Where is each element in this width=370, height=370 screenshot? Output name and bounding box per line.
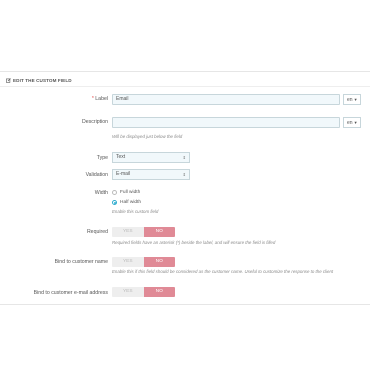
required-toggle[interactable]: YES NO [112,227,175,237]
description-input[interactable] [112,117,340,128]
width-option-half[interactable]: Half width [112,200,141,205]
type-select[interactable]: Text ⇕ [112,152,190,163]
bind-name-help-text: Enable this if this field should be cons… [112,269,334,274]
validation-field-label: Validation [85,172,108,178]
sort-arrows-icon: ⇕ [182,155,186,160]
panel-header: EDIT THE CUSTOM FIELD [6,78,72,83]
bind-email-field-label: Bind to customer e-mail address [33,290,108,296]
sort-arrows-icon: ⇕ [182,172,186,177]
bind-email-no-option[interactable]: NO [143,287,175,297]
width-help-text: Enable this custom field [112,209,159,214]
width-field-label: Width [94,190,108,196]
required-help-text: Required fields have an asterisk (*) bes… [112,240,276,245]
validation-select[interactable]: E-mail ⇕ [112,169,190,180]
description-help-text: Will be displayed just below the field [112,134,183,139]
bind-email-toggle[interactable]: YES NO [112,287,175,297]
description-field-label: Description [82,119,108,125]
width-option-full[interactable]: Full width [112,190,140,195]
edit-custom-field-panel: EDIT THE CUSTOM FIELD * Label Email en▼ … [0,71,370,305]
required-no-option[interactable]: NO [143,227,175,237]
required-field-label: Required [86,229,108,235]
label-language-select[interactable]: en▼ [343,94,361,105]
radio-button[interactable] [112,190,117,195]
bind-name-no-option[interactable]: NO [143,257,175,267]
caret-down-icon: ▼ [353,120,358,125]
required-asterisk: * [91,96,94,102]
bind-name-toggle[interactable]: YES NO [112,257,175,267]
label-input[interactable]: Email [112,94,340,105]
caret-down-icon: ▼ [353,97,358,102]
bind-email-yes-option[interactable]: YES [112,287,144,297]
required-yes-option[interactable]: YES [112,227,144,237]
label-field-label: * Label [91,96,108,102]
bind-name-yes-option[interactable]: YES [112,257,144,267]
header-divider [0,86,370,87]
panel-title: EDIT THE CUSTOM FIELD [13,78,72,83]
pencil-square-icon [6,78,11,83]
type-field-label: Type [96,155,108,161]
radio-button-selected[interactable] [112,200,117,205]
bind-name-field-label: Bind to customer name [54,259,108,265]
description-language-select[interactable]: en▼ [343,117,361,128]
